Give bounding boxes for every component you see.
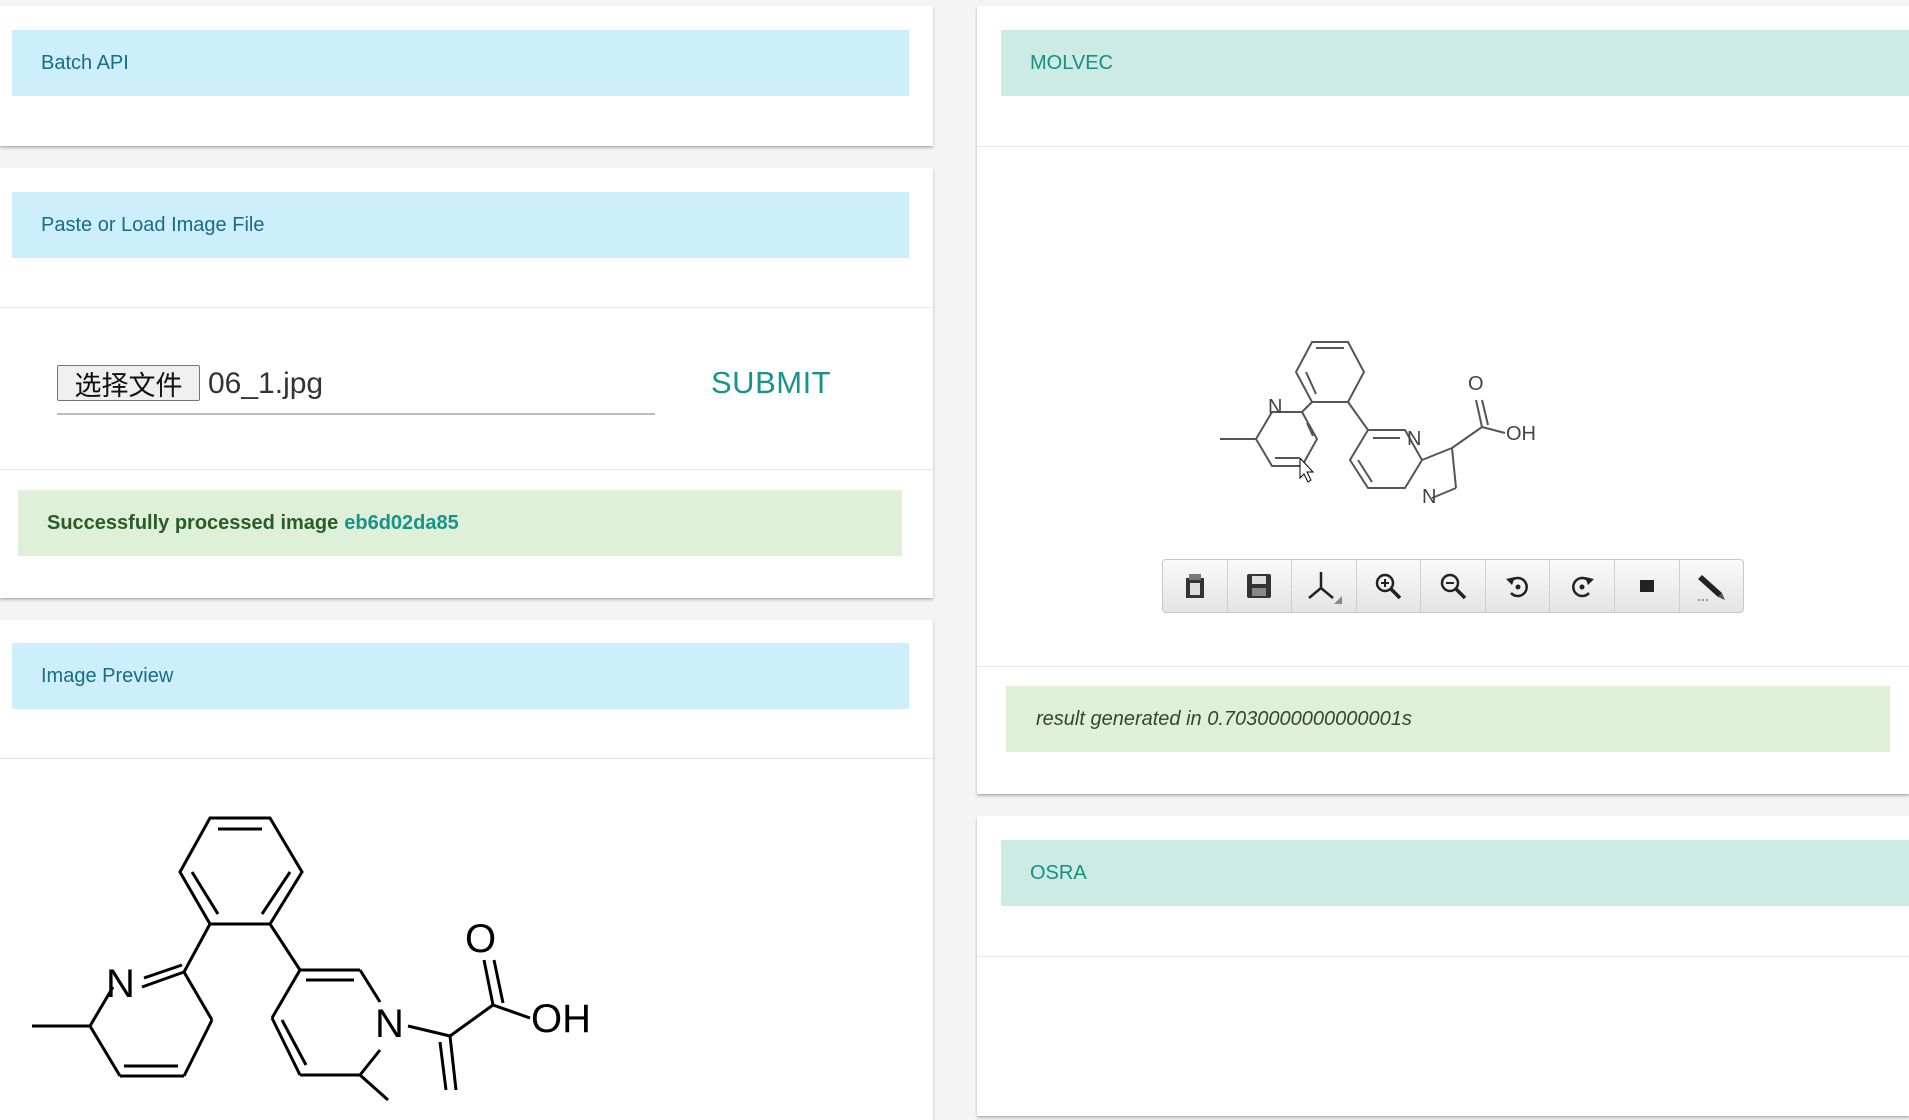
3d-axis-button[interactable] [1292, 560, 1357, 612]
image-preview-header[interactable]: Image Preview [12, 643, 909, 709]
3d-axis-icon [1308, 572, 1342, 604]
atom-label: OH [531, 997, 591, 1041]
stop-icon [1639, 580, 1654, 592]
save-button[interactable] [1228, 560, 1293, 612]
status-alert: Successfully processed image eb6d02da85 [18, 490, 902, 556]
save-icon [1247, 574, 1272, 598]
zoom-out-button[interactable] [1421, 560, 1486, 612]
atom-label: O [1468, 373, 1484, 395]
atom-label: O [465, 917, 496, 961]
edit-pen-icon [1698, 575, 1726, 601]
rotate-left-button[interactable] [1486, 560, 1551, 612]
result-time-text: result generated in 0.7030000000000001s [1036, 707, 1412, 730]
atom-label: N [106, 962, 135, 1006]
clipboard-icon [1185, 574, 1204, 598]
divider [977, 666, 1909, 667]
osra-title: OSRA [1030, 861, 1087, 884]
load-image-title: Paste or Load Image File [41, 213, 265, 236]
batch-api-card: Batch API [0, 6, 933, 146]
edit-button[interactable] [1680, 560, 1744, 612]
atom-label: N [375, 1002, 404, 1046]
batch-api-title: Batch API [41, 51, 129, 74]
preview-molecule-image: N N O OH [32, 816, 591, 1102]
viewer-toolbar [1162, 559, 1744, 613]
atom-label: N [1422, 486, 1436, 508]
atom-label: N [1407, 428, 1421, 450]
osra-header[interactable]: OSRA [1001, 840, 1909, 906]
divider [0, 469, 933, 470]
molvec-structure-viewer[interactable]: N N N O OH [1200, 290, 1600, 520]
divider [0, 307, 933, 308]
choose-file-button[interactable]: 选择文件 [57, 365, 200, 402]
divider [977, 146, 1909, 147]
divider [0, 758, 933, 759]
atom-label: N [1268, 396, 1282, 418]
mouse-cursor-icon [1299, 456, 1315, 483]
clipboard-button[interactable] [1163, 560, 1228, 612]
zoom-in-button[interactable] [1357, 560, 1422, 612]
image-preview-title: Image Preview [41, 664, 174, 687]
batch-api-header[interactable]: Batch API [12, 30, 909, 96]
osra-card: OSRA [977, 816, 1909, 1116]
zoom-out-icon [1440, 573, 1467, 600]
divider [977, 956, 1909, 957]
molvec-title: MOLVEC [1030, 51, 1113, 74]
atom-label: OH [1506, 423, 1536, 445]
file-input[interactable]: 选择文件 06_1.jpg [57, 365, 655, 415]
status-text: Successfully processed image [47, 511, 339, 534]
input-underline [57, 413, 655, 415]
stop-button[interactable] [1615, 560, 1680, 612]
zoom-in-icon [1376, 573, 1402, 600]
molvec-header[interactable]: MOLVEC [1001, 30, 1909, 96]
result-time-alert: result generated in 0.7030000000000001s [1006, 686, 1890, 752]
rotate-right-button[interactable] [1550, 560, 1615, 612]
file-name: 06_1.jpg [208, 367, 324, 400]
status-hash-link[interactable]: eb6d02da85 [344, 512, 459, 535]
rotate-ccw-icon [1505, 576, 1528, 598]
submit-button[interactable]: SUBMIT [711, 365, 831, 401]
rotate-cw-icon [1572, 576, 1595, 598]
load-image-header[interactable]: Paste or Load Image File [12, 192, 909, 258]
